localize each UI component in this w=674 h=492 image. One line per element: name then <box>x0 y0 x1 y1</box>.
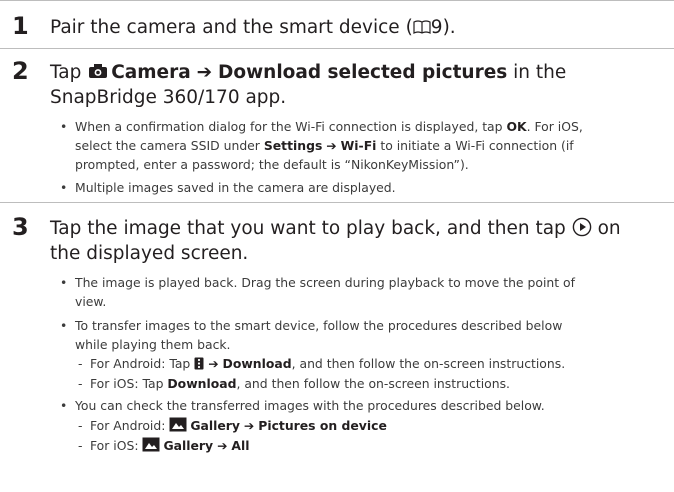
step-heading: Pair the camera and the smart device (9)… <box>50 17 456 38</box>
top-divider <box>0 0 674 1</box>
step-heading: Tap the image that you want to play back… <box>50 217 621 264</box>
bullet-icon: • <box>60 398 68 413</box>
step-number: 2 <box>12 57 29 85</box>
play-circle-icon <box>572 217 591 237</box>
vertical-menu-icon <box>194 357 204 370</box>
book-reference-icon <box>413 20 431 34</box>
bullet-icon: • <box>60 275 68 290</box>
step-number: 3 <box>12 213 29 241</box>
step-heading: Tap Camera ➔ Download selected pictures … <box>50 62 567 108</box>
bullet-icon: • <box>60 180 68 195</box>
gallery-icon <box>142 437 160 452</box>
gallery-icon <box>169 417 187 432</box>
step-divider <box>0 48 674 49</box>
bullet-icon: • <box>60 119 68 134</box>
step-number: 1 <box>12 12 29 40</box>
camera-tab-icon <box>89 64 108 78</box>
step-divider <box>0 202 674 203</box>
bullet-icon: • <box>60 318 68 333</box>
